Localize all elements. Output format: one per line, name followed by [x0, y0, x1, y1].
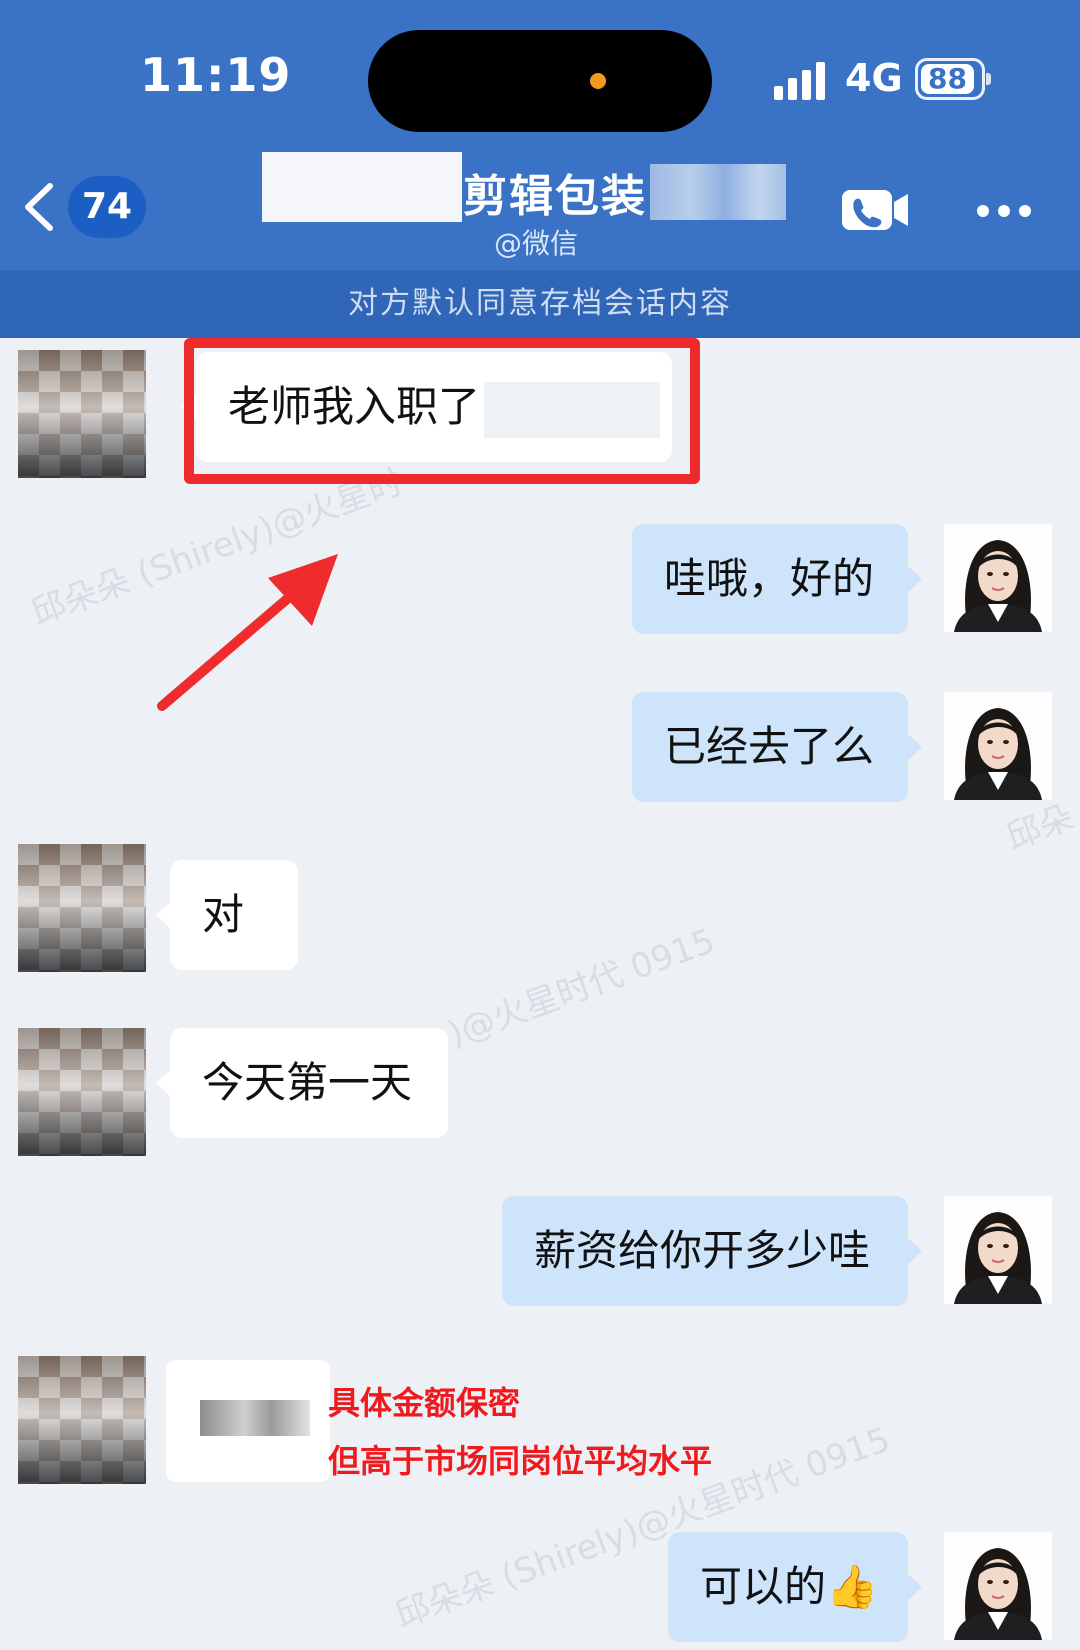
redacted-text — [200, 1400, 310, 1436]
my-avatar[interactable] — [944, 1196, 1052, 1304]
annotation-line-2: 但高于市场同岗位平均水平 — [328, 1442, 713, 1480]
phone-video-icon[interactable] — [842, 188, 910, 232]
chat-title: 剪辑包装 — [463, 171, 647, 222]
message-bubble[interactable]: 今天第一天 — [156, 1028, 448, 1138]
chat-screen: 11:19 4G 88 74 剪辑包装 @微信 对方默认同意存档会话内容 邱朵朵… — [0, 0, 1080, 1650]
blurred-message-bubble[interactable] — [166, 1360, 330, 1482]
message-text: 今天第一天 — [202, 1058, 413, 1107]
message-text: 已经去了么 — [664, 722, 875, 771]
portrait-image — [944, 1532, 1052, 1640]
my-avatar[interactable] — [944, 1532, 1052, 1640]
chat-header: 11:19 4G 88 74 剪辑包装 @微信 — [0, 0, 1080, 270]
chat-subtitle: @微信 — [494, 227, 579, 260]
contact-avatar[interactable] — [18, 350, 146, 478]
archive-notice: 对方默认同意存档会话内容 — [0, 270, 1080, 338]
message-bubble[interactable]: 哇哦，好的 — [632, 524, 922, 634]
red-arrow-annotation — [157, 554, 338, 711]
redacted-name — [262, 152, 462, 222]
highlight-box — [184, 338, 700, 484]
my-avatar[interactable] — [944, 692, 1052, 800]
status-time: 11:19 — [140, 48, 292, 102]
unread-badge[interactable]: 74 — [68, 176, 146, 238]
watermark: 邱朵 — [1001, 797, 1079, 859]
portrait-image — [944, 524, 1052, 632]
battery-level: 88 — [921, 64, 974, 94]
annotation-line-1: 具体金额保密 — [328, 1384, 521, 1422]
message-text: 可以的👍 — [700, 1562, 879, 1611]
contact-avatar[interactable] — [18, 1356, 146, 1484]
battery-icon: 88 — [915, 58, 991, 100]
signal-icon — [774, 60, 830, 100]
contact-avatar[interactable] — [18, 1028, 146, 1156]
watermark: )@火星时代 0915 — [442, 921, 721, 1055]
message-text: 对 — [202, 890, 245, 939]
network-type: 4G — [845, 56, 903, 100]
my-avatar[interactable] — [944, 524, 1052, 632]
more-icon[interactable] — [976, 204, 1032, 218]
dynamic-island — [368, 30, 712, 132]
chevron-left-icon[interactable] — [20, 180, 60, 234]
portrait-image — [944, 1196, 1052, 1304]
message-text: 哇哦，好的 — [664, 554, 875, 603]
redacted-name-blur — [650, 164, 786, 220]
portrait-image — [944, 692, 1052, 800]
message-bubble[interactable]: 薪资给你开多少哇 — [502, 1196, 922, 1306]
message-text: 薪资给你开多少哇 — [534, 1226, 871, 1275]
message-bubble[interactable]: 已经去了么 — [632, 692, 922, 802]
message-bubble[interactable]: 对 — [156, 860, 298, 970]
contact-avatar[interactable] — [18, 844, 146, 972]
message-bubble[interactable]: 可以的👍 — [668, 1532, 922, 1642]
recording-dot — [590, 73, 606, 89]
